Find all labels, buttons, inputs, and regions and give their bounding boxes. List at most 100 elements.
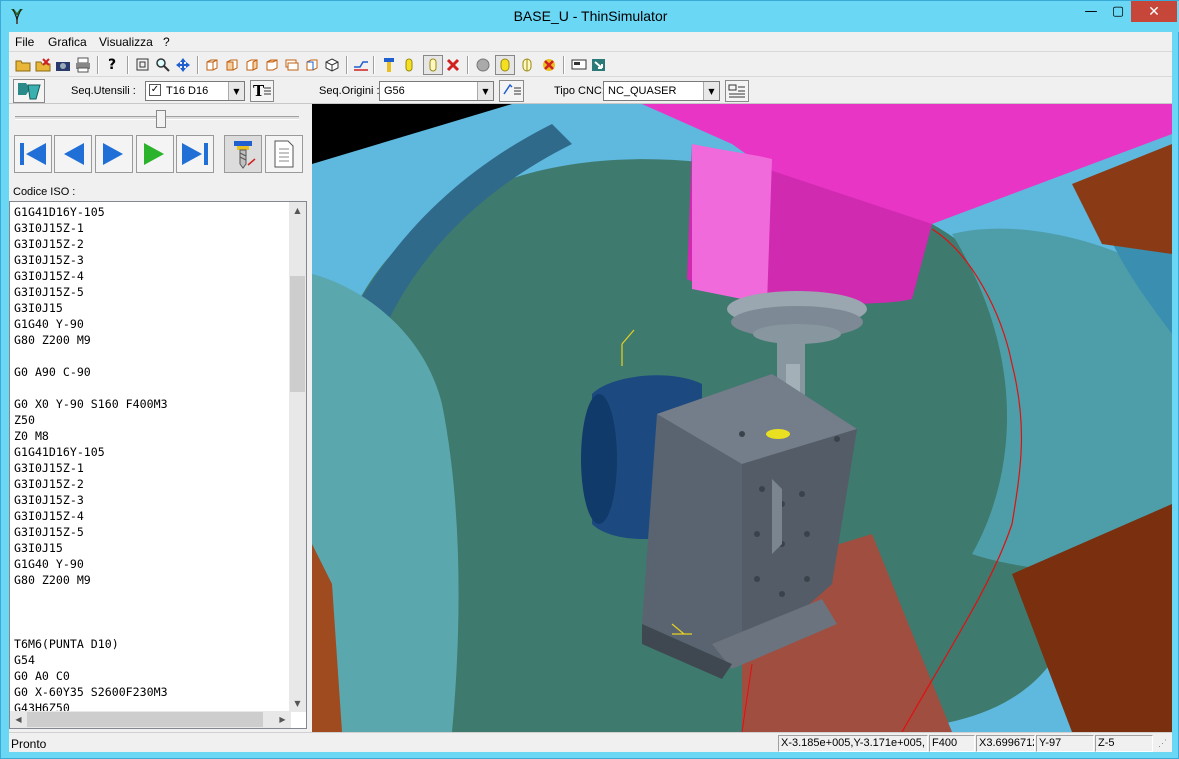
go-to-start-button[interactable] xyxy=(14,135,52,173)
scroll-right-icon[interactable]: ▶ xyxy=(274,711,291,728)
code-line[interactable]: G3I0J15 xyxy=(14,300,286,316)
chevron-down-icon[interactable]: ▼ xyxy=(228,82,244,100)
code-line[interactable]: G3I0J15Z-1 xyxy=(14,220,286,236)
code-line[interactable]: G1G41D16Y-105 xyxy=(14,444,286,460)
pan-icon[interactable] xyxy=(173,55,193,75)
open-red-icon[interactable] xyxy=(33,55,53,75)
vertical-scrollbar[interactable]: ▲ ▼ xyxy=(289,202,306,712)
path-icon[interactable] xyxy=(351,55,371,75)
code-line[interactable]: G0 A0 C0 xyxy=(14,668,286,684)
scroll-thumb[interactable] xyxy=(290,276,305,392)
zoom-icon[interactable] xyxy=(153,55,173,75)
tool-text-button[interactable]: T xyxy=(250,80,274,102)
yellow-solid-icon[interactable] xyxy=(495,55,515,75)
code-line[interactable] xyxy=(14,604,286,620)
code-line[interactable] xyxy=(14,620,286,636)
go-to-end-button[interactable] xyxy=(176,135,214,173)
code-line[interactable]: G3I0J15 xyxy=(14,540,286,556)
menu-grafica[interactable]: Grafica xyxy=(48,35,87,49)
help-icon[interactable]: ? xyxy=(102,55,122,75)
cnc-settings-button[interactable] xyxy=(725,80,749,102)
document-icon xyxy=(274,140,294,168)
menu-file[interactable]: File xyxy=(15,35,34,49)
code-line[interactable]: G0 X0 Y-90 S160 F400M3 xyxy=(14,396,286,412)
view-right-icon[interactable] xyxy=(262,55,282,75)
code-line[interactable]: G3I0J15Z-5 xyxy=(14,524,286,540)
code-line[interactable]: G1G40 Y-90 xyxy=(14,556,286,572)
code-line[interactable]: Z0 M8 xyxy=(14,428,286,444)
document-button[interactable] xyxy=(265,135,303,173)
view-front-icon[interactable] xyxy=(222,55,242,75)
maximize-button[interactable]: ▢ xyxy=(1104,1,1132,22)
chevron-down-icon[interactable]: ▼ xyxy=(477,82,493,100)
code-line[interactable]: G3I0J15Z-3 xyxy=(14,252,286,268)
code-line[interactable]: G3I0J15Z-1 xyxy=(14,460,286,476)
code-line[interactable] xyxy=(14,380,286,396)
view-left-icon[interactable] xyxy=(242,55,262,75)
print-icon[interactable] xyxy=(73,55,93,75)
view-iso-icon[interactable] xyxy=(322,55,342,75)
horizontal-scrollbar[interactable]: ◀ ▶ xyxy=(10,711,291,728)
code-line[interactable]: G1G41D16Y-105 xyxy=(14,204,286,220)
code-line[interactable]: G3I0J15Z-5 xyxy=(14,284,286,300)
open-folder-icon[interactable] xyxy=(13,55,33,75)
skip-back-icon xyxy=(20,143,46,165)
tool-view-button[interactable] xyxy=(224,135,262,173)
view-back-icon[interactable] xyxy=(282,55,302,75)
code-line[interactable]: G3I0J15Z-2 xyxy=(14,236,286,252)
code-line[interactable]: T6M6(PUNTA D10) xyxy=(14,636,286,652)
export-icon[interactable] xyxy=(589,55,609,75)
tool-checkbox[interactable]: ✓ xyxy=(149,84,161,96)
minimize-button[interactable]: — xyxy=(1077,1,1105,22)
code-line[interactable]: G80 Z200 M9 xyxy=(14,572,286,588)
tool-icon[interactable] xyxy=(379,55,399,75)
run-button[interactable] xyxy=(136,135,174,173)
scroll-down-icon[interactable]: ▼ xyxy=(289,695,306,712)
code-line[interactable]: G3I0J15Z-4 xyxy=(14,268,286,284)
slider-thumb[interactable] xyxy=(155,110,166,128)
code-line[interactable]: G0 X-60Y35 S2600F230M3 xyxy=(14,684,286,700)
origin-edit-button[interactable] xyxy=(499,80,524,102)
view-top-icon[interactable] xyxy=(202,55,222,75)
yellow-wire-icon[interactable] xyxy=(517,55,537,75)
display-icon[interactable] xyxy=(569,55,589,75)
code-line[interactable]: G54 xyxy=(14,652,286,668)
scroll-thumb[interactable] xyxy=(27,712,263,727)
codice-iso-label: Codice ISO : xyxy=(13,186,76,198)
resize-grip-icon[interactable]: ⋰ xyxy=(1158,738,1170,750)
zoom-window-icon[interactable] xyxy=(133,55,153,75)
code-line[interactable] xyxy=(14,348,286,364)
chevron-down-icon[interactable]: ▼ xyxy=(703,82,719,100)
scroll-up-icon[interactable]: ▲ xyxy=(289,202,306,219)
cylinder-outline-icon[interactable] xyxy=(423,55,443,75)
delete-icon[interactable] xyxy=(539,55,559,75)
code-line[interactable]: G3I0J15Z-3 xyxy=(14,492,286,508)
status-text: Pronto xyxy=(11,737,47,751)
tool-select[interactable]: ✓ T16 D16 ▼ xyxy=(145,81,245,101)
step-back-button[interactable] xyxy=(54,135,92,173)
origin-select[interactable]: G56 ▼ xyxy=(379,81,494,101)
gray-sphere-icon[interactable] xyxy=(473,55,493,75)
menu-help[interactable]: ? xyxy=(163,35,170,49)
code-line[interactable] xyxy=(14,588,286,604)
step-forward-button[interactable] xyxy=(95,135,133,173)
code-line[interactable]: G0 A90 C-90 xyxy=(14,364,286,380)
3d-viewport[interactable] xyxy=(312,104,1172,732)
code-line[interactable]: G1G40 Y-90 xyxy=(14,316,286,332)
code-line[interactable]: G3I0J15Z-2 xyxy=(14,476,286,492)
code-line[interactable]: G80 Z200 M9 xyxy=(14,332,286,348)
iso-code-listbox[interactable]: G1G41D16Y-105 G3I0J15Z-1 G3I0J15Z-2 G3I0J15… xyxy=(9,201,307,729)
cancel-icon[interactable] xyxy=(443,55,463,75)
sequence-toolbar: Seq.Utensili : ✓ T16 D16 ▼ T Seq.Origini… xyxy=(9,78,1172,104)
cylinder-icon[interactable] xyxy=(399,55,419,75)
code-line[interactable]: G3I0J15Z-4 xyxy=(14,508,286,524)
machine-setup-button[interactable] xyxy=(13,79,45,103)
code-line[interactable]: Z50 xyxy=(14,412,286,428)
camera-icon[interactable] xyxy=(53,55,73,75)
close-button[interactable]: ✕ xyxy=(1131,1,1177,22)
view-bottom-icon[interactable] xyxy=(302,55,322,75)
title-bar[interactable]: BASE_U - ThinSimulator — ▢ ✕ xyxy=(1,1,1179,32)
cnc-type-select[interactable]: NC_QUASER ▼ xyxy=(603,81,720,101)
scroll-left-icon[interactable]: ◀ xyxy=(10,711,27,728)
menu-visualizza[interactable]: Visualizza xyxy=(99,35,153,49)
